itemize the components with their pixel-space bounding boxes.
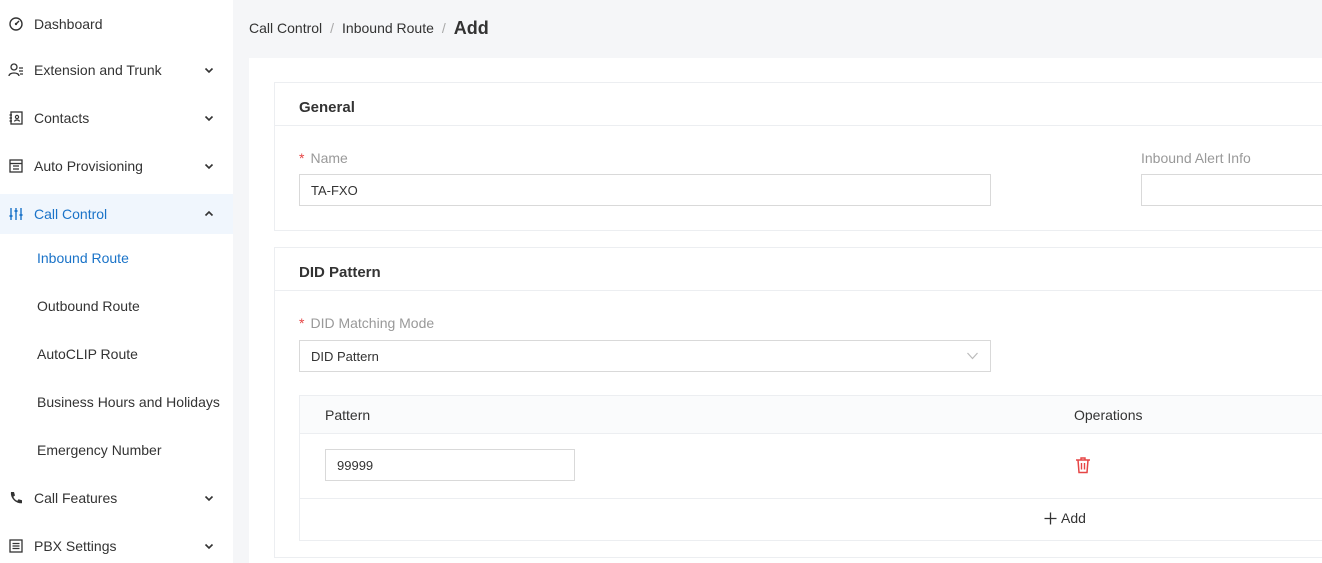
- sidebar-item-call-features[interactable]: Call Features: [0, 478, 233, 518]
- chevron-down-icon: [967, 352, 978, 360]
- sidebar-item-label: Contacts: [34, 110, 90, 126]
- add-pattern-label: Add: [1061, 510, 1086, 526]
- sidebar-subitem-label: Emergency Number: [37, 442, 162, 458]
- sidebar-subitem-label: Inbound Route: [37, 250, 129, 266]
- card-divider: [275, 290, 1322, 291]
- chevron-down-icon: [204, 495, 214, 502]
- breadcrumb-call-control[interactable]: Call Control: [249, 20, 322, 36]
- users-icon: [8, 63, 23, 77]
- did-pattern-table: Pattern Operations 99999 Add: [299, 395, 1322, 541]
- required-mark: *: [299, 315, 305, 331]
- sidebar-item-dashboard[interactable]: Dashboard: [0, 4, 233, 44]
- required-mark: *: [299, 150, 305, 166]
- did-matching-mode-value: DID Pattern: [311, 348, 379, 364]
- sidebar-subitem-label: AutoCLIP Route: [37, 346, 138, 362]
- settings-list-icon: [9, 539, 23, 553]
- did-pattern-title: DID Pattern: [299, 264, 381, 281]
- chevron-down-icon: [204, 115, 214, 122]
- breadcrumb-separator: /: [330, 20, 335, 36]
- sidebar-subitem-label: Outbound Route: [37, 298, 140, 314]
- name-input[interactable]: TA-FXO: [299, 174, 991, 206]
- sidebar-subitem-label: Business Hours and Holidays: [37, 394, 220, 410]
- name-label: * Name: [299, 150, 348, 166]
- sidebar: Dashboard Extension and Trunk Contacts A…: [0, 0, 233, 563]
- page-title: Add: [453, 17, 489, 38]
- sidebar-item-auto-provisioning[interactable]: Auto Provisioning: [0, 146, 233, 186]
- sidebar-item-label: PBX Settings: [34, 538, 117, 554]
- sidebar-item-label: Dashboard: [34, 16, 103, 32]
- dashboard-icon: [9, 17, 23, 31]
- sliders-icon: [9, 208, 23, 220]
- sidebar-item-label: Call Features: [34, 490, 118, 506]
- sidebar-subitem-autoclip-route[interactable]: AutoCLIP Route: [0, 334, 233, 374]
- sidebar-item-call-control[interactable]: Call Control: [0, 194, 233, 234]
- phone-icon: [10, 492, 22, 504]
- col-pattern-header: Pattern: [325, 407, 371, 423]
- sidebar-subitem-inbound-route[interactable]: Inbound Route: [0, 238, 233, 278]
- inbound-alert-info-label: Inbound Alert Info: [1141, 150, 1251, 166]
- sidebar-item-label: Call Control: [34, 206, 108, 222]
- sidebar-item-pbx-settings[interactable]: PBX Settings: [0, 526, 233, 563]
- did-matching-mode-select[interactable]: DID Pattern: [299, 340, 991, 372]
- general-card: General * Name TA-FXO Inbound Alert Info: [274, 82, 1322, 231]
- breadcrumb-inbound-route[interactable]: Inbound Route: [342, 20, 434, 36]
- contacts-icon: [9, 111, 23, 125]
- chevron-down-icon: [204, 67, 214, 74]
- col-operations-header: Operations: [1074, 407, 1143, 423]
- general-title: General: [299, 99, 355, 116]
- provisioning-icon: [9, 159, 23, 173]
- chevron-down-icon: [204, 163, 214, 170]
- sidebar-item-label: Extension and Trunk: [34, 62, 162, 78]
- sidebar-item-extension-and-trunk[interactable]: Extension and Trunk: [0, 50, 233, 90]
- breadcrumb: Call Control / Inbound Route / Add: [249, 16, 489, 40]
- add-pattern-button[interactable]: Add: [1044, 510, 1086, 526]
- breadcrumb-separator: /: [441, 20, 446, 36]
- chevron-up-icon: [204, 210, 214, 217]
- sidebar-subitem-outbound-route[interactable]: Outbound Route: [0, 286, 233, 326]
- table-row: 99999: [300, 434, 1322, 499]
- sidebar-subitem-business-hours[interactable]: Business Hours and Holidays: [0, 382, 233, 422]
- trash-icon[interactable]: [1075, 456, 1091, 474]
- sidebar-item-contacts[interactable]: Contacts: [0, 98, 233, 138]
- card-divider: [275, 125, 1322, 126]
- chevron-down-icon: [204, 543, 214, 550]
- did-pattern-card: DID Pattern * DID Matching Mode DID Patte…: [274, 247, 1322, 558]
- main-content: General * Name TA-FXO Inbound Alert Info …: [249, 58, 1322, 563]
- sidebar-item-label: Auto Provisioning: [34, 158, 143, 174]
- sidebar-subitem-emergency-number[interactable]: Emergency Number: [0, 430, 233, 470]
- plus-icon: [1044, 512, 1057, 524]
- inbound-alert-info-input[interactable]: [1141, 174, 1322, 206]
- table-header: Pattern Operations: [300, 396, 1322, 434]
- pattern-input[interactable]: 99999: [325, 449, 575, 481]
- did-matching-mode-label: * DID Matching Mode: [299, 315, 435, 331]
